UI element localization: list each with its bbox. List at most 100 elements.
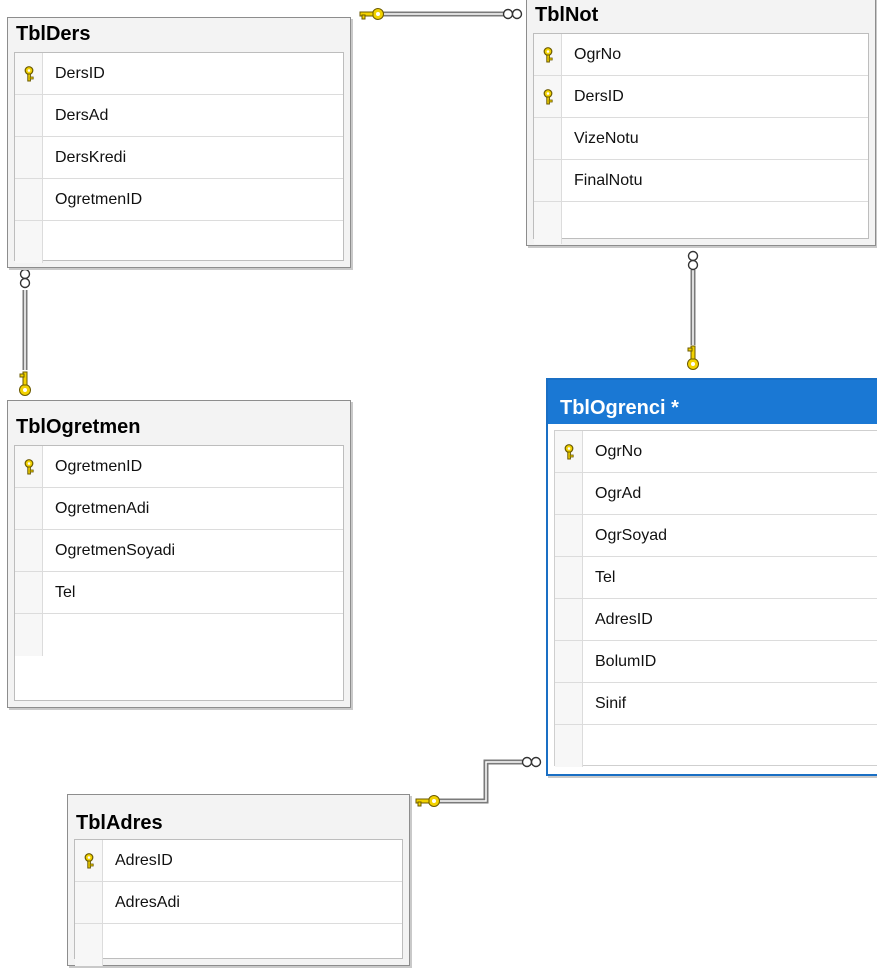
column-name: BolumID (595, 652, 657, 670)
table-tblogrenci[interactable]: TblOgrenci * OgrNo OgrAd OgrSoyad Tel AdresI… (546, 378, 877, 776)
column-row[interactable]: Tel (555, 557, 877, 599)
row-selector[interactable] (15, 572, 43, 613)
table-tblnot[interactable]: TblNot OgrNo DersID VizeNotu FinalNotu (526, 0, 876, 246)
column-grid: OgrNo DersID VizeNotu FinalNotu (533, 33, 869, 244)
new-column-row[interactable] (75, 924, 402, 966)
column-name: VizeNotu (574, 129, 639, 147)
infinity-endpoint-icon (19, 268, 31, 289)
key-endpoint-icon (687, 345, 699, 370)
table-title[interactable]: TblAdres (68, 795, 409, 839)
column-grid: AdresID AdresAdi (74, 839, 403, 966)
table-tbladres[interactable]: TblAdres AdresID AdresAdi (67, 794, 410, 966)
column-name: OgretmenAdi (55, 499, 150, 517)
column-row[interactable]: Sinif (555, 683, 877, 725)
row-selector[interactable] (555, 557, 583, 598)
row-selector[interactable] (15, 95, 43, 136)
column-name: AdresID (115, 851, 173, 869)
key-endpoint-icon (359, 8, 384, 20)
table-title[interactable]: TblOgrenci * (548, 380, 877, 424)
row-selector[interactable] (555, 683, 583, 724)
column-row[interactable]: OgrSoyad (555, 515, 877, 557)
key-icon (82, 852, 96, 869)
row-selector[interactable] (555, 473, 583, 514)
table-title[interactable]: TblOgretmen (8, 401, 350, 445)
key-icon (22, 65, 36, 82)
column-row[interactable]: DersKredi (15, 137, 343, 179)
column-row[interactable]: BolumID (555, 641, 877, 683)
column-row[interactable]: OgretmenID (15, 179, 343, 221)
column-name: OgrNo (574, 45, 622, 63)
infinity-endpoint-icon (502, 8, 523, 20)
row-selector[interactable] (75, 882, 103, 923)
row-selector[interactable] (555, 725, 583, 767)
column-row[interactable]: VizeNotu (534, 118, 868, 160)
key-icon (562, 443, 576, 460)
row-selector[interactable] (534, 160, 562, 201)
column-row[interactable]: OgretmenAdi (15, 488, 343, 530)
row-selector[interactable] (555, 599, 583, 640)
row-selector[interactable] (15, 179, 43, 220)
column-row[interactable]: OgretmenSoyadi (15, 530, 343, 572)
column-name: OgretmenID (55, 190, 143, 208)
row-selector[interactable] (555, 515, 583, 556)
table-title[interactable]: TblDers (8, 18, 350, 50)
row-selector[interactable] (75, 924, 103, 966)
row-selector[interactable] (75, 840, 103, 881)
column-row[interactable]: AdresAdi (75, 882, 402, 924)
new-column-row[interactable] (534, 202, 868, 244)
table-title[interactable]: TblNot (527, 0, 875, 33)
key-icon (22, 458, 36, 475)
column-name: DersKredi (55, 148, 127, 166)
column-name: Tel (595, 568, 616, 586)
key-icon (541, 46, 555, 63)
row-selector[interactable] (534, 118, 562, 159)
column-name: Tel (55, 583, 76, 601)
row-selector[interactable] (15, 446, 43, 487)
column-name: AdresAdi (115, 893, 180, 911)
row-selector[interactable] (15, 221, 43, 263)
row-selector[interactable] (15, 137, 43, 178)
column-row[interactable]: AdresID (75, 840, 402, 882)
column-name: OgretmenID (55, 457, 143, 475)
column-name: Sinif (595, 694, 627, 712)
column-grid: OgretmenID OgretmenAdi OgretmenSoyadi Tel (14, 445, 344, 701)
new-column-row[interactable] (15, 614, 343, 656)
column-name: OgrSoyad (595, 526, 668, 544)
key-endpoint-icon (415, 795, 440, 807)
column-row[interactable]: DersID (15, 53, 343, 95)
column-name: FinalNotu (574, 171, 643, 189)
rel-not-ogrenci[interactable] (687, 250, 699, 370)
column-row[interactable]: OgrAd (555, 473, 877, 515)
row-selector[interactable] (534, 202, 562, 244)
row-selector[interactable] (534, 34, 562, 75)
row-selector[interactable] (534, 76, 562, 117)
column-name: DersID (55, 64, 105, 82)
column-row[interactable]: DersAd (15, 95, 343, 137)
row-selector[interactable] (555, 641, 583, 682)
column-row[interactable]: Tel (15, 572, 343, 614)
table-tblders[interactable]: TblDers DersID DersAd DersKredi OgretmenID (7, 17, 351, 268)
column-grid: DersID DersAd DersKredi OgretmenID (14, 52, 344, 263)
column-row[interactable]: DersID (534, 76, 868, 118)
column-row[interactable]: OgretmenID (15, 446, 343, 488)
rel-ders-ogretmen[interactable] (19, 268, 31, 396)
column-row[interactable]: OgrNo (555, 431, 877, 473)
new-column-row[interactable] (15, 221, 343, 263)
row-selector[interactable] (15, 488, 43, 529)
column-name: DersID (574, 87, 624, 105)
column-row[interactable]: OgrNo (534, 34, 868, 76)
row-selector[interactable] (15, 530, 43, 571)
column-grid: OgrNo OgrAd OgrSoyad Tel AdresID BolumID Sinif (554, 430, 877, 767)
table-tblogretmen[interactable]: TblOgretmen OgretmenID OgretmenAdi Ogretme… (7, 400, 351, 708)
rel-ogrenci-adres[interactable] (415, 756, 542, 807)
column-row[interactable]: FinalNotu (534, 160, 868, 202)
row-selector[interactable] (555, 431, 583, 472)
column-name: OgretmenSoyadi (55, 541, 176, 559)
infinity-endpoint-icon (521, 756, 542, 768)
row-selector[interactable] (15, 614, 43, 656)
rel-ders-not[interactable] (359, 8, 523, 20)
column-row[interactable]: AdresID (555, 599, 877, 641)
row-selector[interactable] (15, 53, 43, 94)
new-column-row[interactable] (555, 725, 877, 767)
infinity-endpoint-icon (687, 250, 699, 271)
